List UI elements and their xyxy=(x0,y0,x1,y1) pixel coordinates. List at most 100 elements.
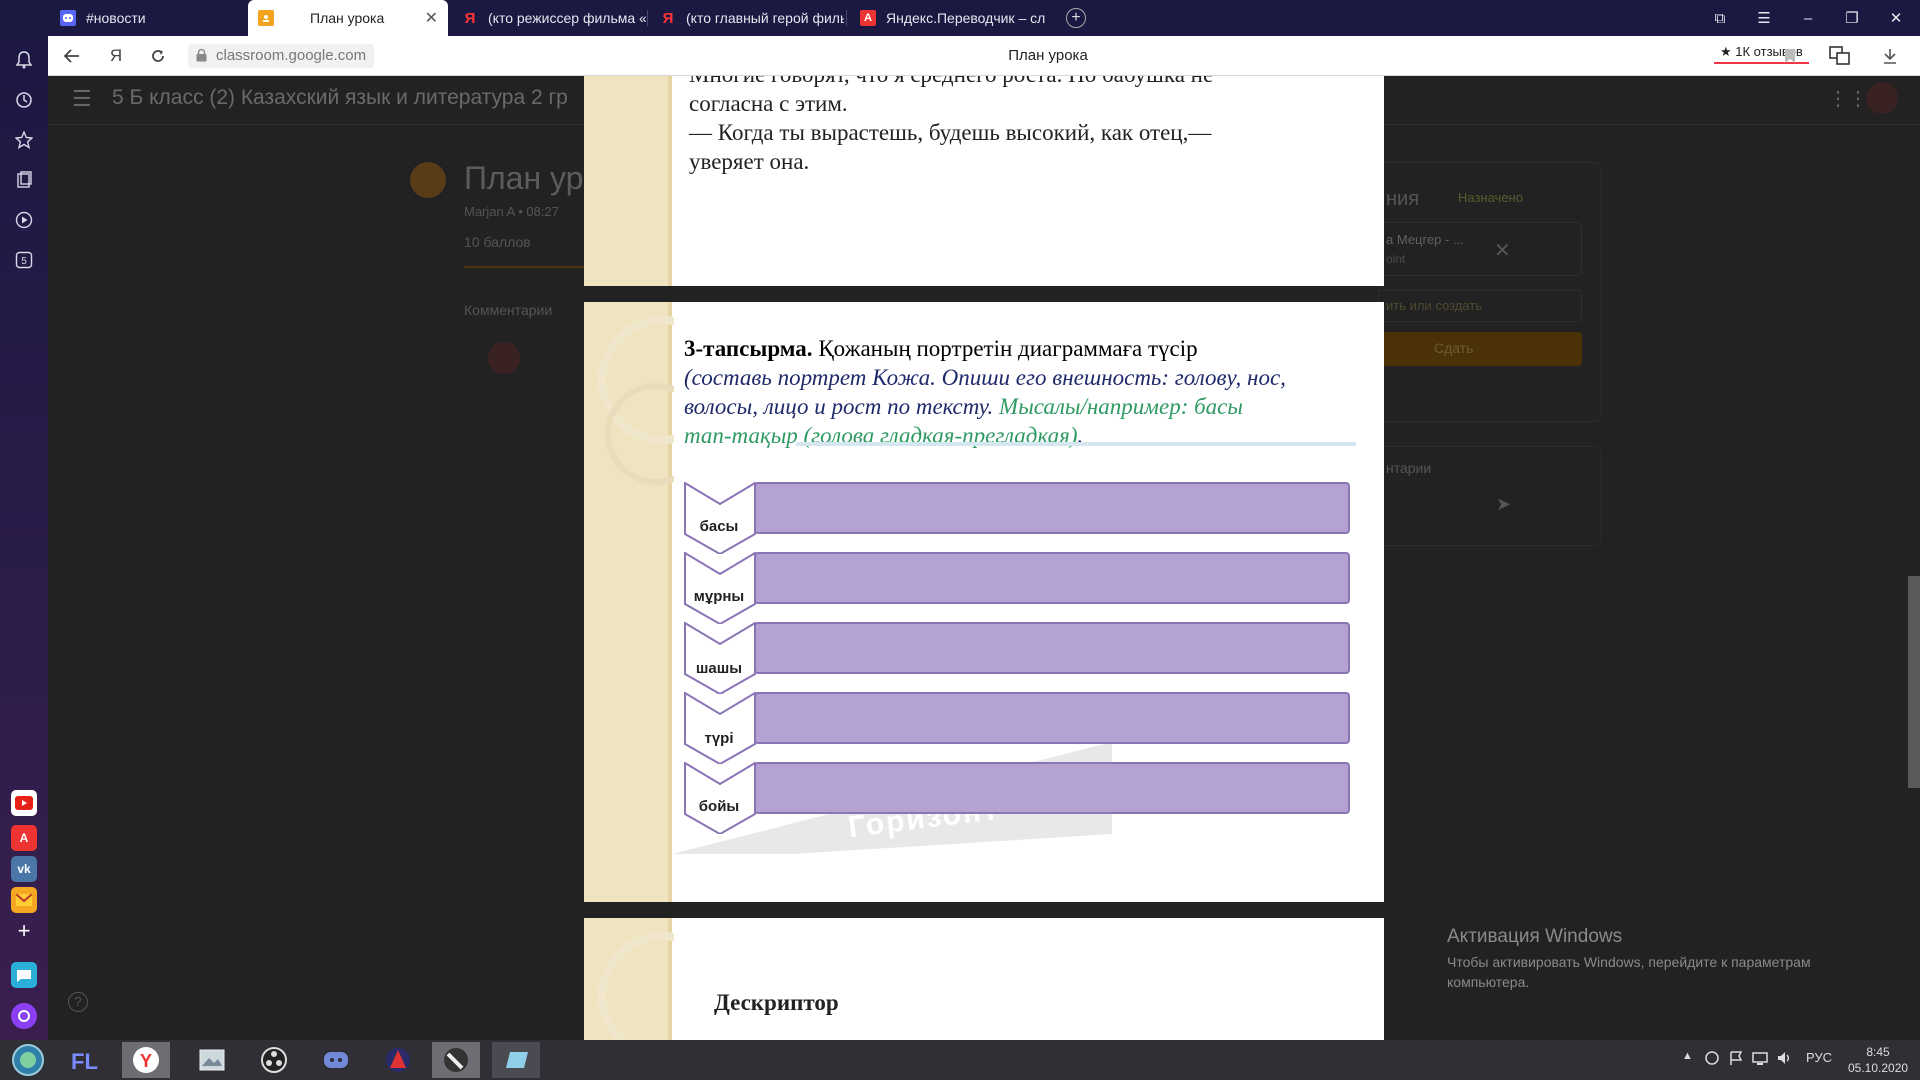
youtube-icon[interactable] xyxy=(11,790,37,816)
add-create-button[interactable]: ить или создать xyxy=(1386,298,1482,313)
clock[interactable]: 8:45 05.10.2020 xyxy=(1848,1044,1908,1076)
slide-page-3: Дескриптор xyxy=(584,918,1384,1040)
post-meta: Marjan A • 08:27 xyxy=(464,204,559,219)
tab-search-hero[interactable]: Я (кто главный герой фильм xyxy=(650,0,844,36)
url-field[interactable]: classroom.google.com xyxy=(188,44,375,68)
svg-text:Y: Y xyxy=(140,1051,152,1071)
close-tab-icon[interactable]: ✕ xyxy=(425,8,438,28)
diagram-bar-head xyxy=(754,482,1350,534)
scrollbar-thumb[interactable] xyxy=(1908,576,1920,788)
activation-title: Активация Windows xyxy=(1447,926,1623,947)
attachment-type: oint xyxy=(1386,252,1406,266)
audio-app-icon[interactable] xyxy=(432,1042,480,1078)
tray-flag-icon[interactable] xyxy=(1728,1050,1744,1069)
vk-icon[interactable]: vk xyxy=(11,856,37,882)
url-text: classroom.google.com xyxy=(216,47,367,64)
game-launcher-icon[interactable] xyxy=(374,1042,422,1078)
hamburger-menu-icon[interactable]: ☰ xyxy=(72,86,92,112)
restore-icon[interactable]: ❐ xyxy=(1830,0,1874,36)
tab-search-director[interactable]: Я (кто режиссер фильма «М xyxy=(452,0,646,36)
russian-instruction: волосы, лицо и рост по тексту. xyxy=(684,394,1000,419)
image-viewer-icon[interactable] xyxy=(188,1042,236,1078)
alice-icon[interactable] xyxy=(11,1003,37,1029)
close-window-icon[interactable]: ✕ xyxy=(1874,0,1918,36)
send-icon[interactable]: ➤ xyxy=(1496,494,1511,515)
back-arrow-icon[interactable] xyxy=(60,44,84,68)
tab-translator[interactable]: A Яндекс.Переводчик – сло xyxy=(850,0,1046,36)
history-icon[interactable] xyxy=(12,88,36,112)
fl-studio-icon[interactable]: FL xyxy=(62,1042,110,1078)
mail-icon[interactable] xyxy=(11,887,37,913)
comments-heading: Комментарии xyxy=(464,302,553,318)
translate-app-icon[interactable]: A xyxy=(11,825,37,851)
address-bar: Я classroom.google.com План урока ★ 1К о… xyxy=(48,36,1920,76)
yandex-icon: Я xyxy=(464,9,476,27)
descriptor-heading: Дескриптор xyxy=(714,990,839,1015)
minimize-icon[interactable]: – xyxy=(1786,0,1830,36)
chevron-shape xyxy=(684,692,756,764)
diagram-label-height: бойы xyxy=(698,798,740,815)
bookmarks-star-icon[interactable] xyxy=(12,128,36,152)
input-language[interactable]: РУС xyxy=(1806,1050,1832,1065)
yandex-browser-taskbar-icon[interactable]: Y xyxy=(122,1042,170,1078)
yandex-icon: Я xyxy=(662,9,674,27)
discord-taskbar-icon[interactable] xyxy=(312,1042,360,1078)
bell-icon[interactable] xyxy=(12,48,36,72)
attachment-title[interactable]: а Мецгер - ... xyxy=(1386,232,1464,247)
network-icon[interactable] xyxy=(1752,1050,1768,1069)
russian-instruction: (составь портрет Кожа. Опиши его внешнос… xyxy=(684,365,1286,390)
tabs-overview-icon[interactable]: ⧉ xyxy=(1698,0,1742,36)
remove-attachment-icon[interactable]: ✕ xyxy=(1494,238,1511,263)
page-title: План урока xyxy=(1008,47,1088,64)
volume-icon[interactable] xyxy=(1776,1050,1792,1069)
diagram-bar-height xyxy=(754,762,1350,814)
diagram-bar-nose xyxy=(754,552,1350,604)
browser-tab-bar: #новости План урока ✕ Я (кто режиссер фи… xyxy=(0,0,1920,36)
translate-page-icon[interactable] xyxy=(1828,44,1852,68)
notes-app-icon[interactable] xyxy=(492,1042,540,1078)
video-play-icon[interactable] xyxy=(12,208,36,232)
tab-lesson-plan[interactable]: План урока ✕ xyxy=(248,0,448,36)
classroom-icon xyxy=(258,10,274,26)
diagram-bar-hair xyxy=(754,622,1350,674)
menu-icon[interactable]: ☰ xyxy=(1742,0,1786,36)
windows-taskbar: FL Y ▲ РУС 8:45 05.10.2020 xyxy=(0,1040,1920,1080)
collections-icon[interactable] xyxy=(12,168,36,192)
new-tab-plus-icon[interactable]: + xyxy=(1066,8,1086,28)
tray-expand-icon[interactable]: ▲ xyxy=(1682,1050,1693,1062)
messenger-icon[interactable] xyxy=(11,962,37,988)
activation-text: Чтобы активировать Windows, перейдите к … xyxy=(1447,954,1811,990)
slide-page-1: Многие говорят, что я среднего роста. Но… xyxy=(584,76,1384,286)
example-text: Мысалы/например: басы xyxy=(999,394,1243,419)
status-badge: Назначено xyxy=(1458,190,1523,205)
help-icon[interactable]: ? xyxy=(68,992,88,1012)
diagram-label-face: түрі xyxy=(704,730,734,747)
apps-grid-icon[interactable]: ⋮⋮ xyxy=(1828,86,1868,111)
svg-text:FL: FL xyxy=(71,1049,98,1073)
tab-news[interactable]: #новости xyxy=(50,0,246,36)
start-orb-icon[interactable] xyxy=(4,1042,52,1078)
private-comments-heading: нтарии xyxy=(1386,460,1432,476)
text-line: Многие говорят, что я среднего роста. Но… xyxy=(689,76,1213,89)
decorative-circles xyxy=(598,316,674,485)
tab-label: #новости xyxy=(86,10,146,26)
yandex-home-icon[interactable]: Я xyxy=(104,44,128,68)
tab-label: План урока xyxy=(310,10,385,26)
bookmark-icon[interactable] xyxy=(1778,44,1802,68)
your-work-heading: ния xyxy=(1386,188,1420,210)
download-icon[interactable] xyxy=(1878,44,1902,68)
counter-five-icon[interactable]: 5 xyxy=(12,248,36,272)
submit-label: Сдать xyxy=(1434,340,1474,356)
obs-icon[interactable] xyxy=(250,1042,298,1078)
tray-app-icon[interactable] xyxy=(1704,1050,1720,1069)
points: 10 баллов xyxy=(464,234,531,250)
translate-icon: A xyxy=(860,10,876,26)
diagram-label-hair: шашы xyxy=(695,660,743,677)
diagram-bar-face xyxy=(754,692,1350,744)
avatar[interactable] xyxy=(1866,82,1898,114)
assignment-icon xyxy=(410,162,446,198)
decorative-circles xyxy=(598,932,674,1040)
add-app-icon[interactable]: + xyxy=(11,918,37,944)
submit-button[interactable] xyxy=(1378,332,1582,366)
reload-icon[interactable] xyxy=(146,44,170,68)
